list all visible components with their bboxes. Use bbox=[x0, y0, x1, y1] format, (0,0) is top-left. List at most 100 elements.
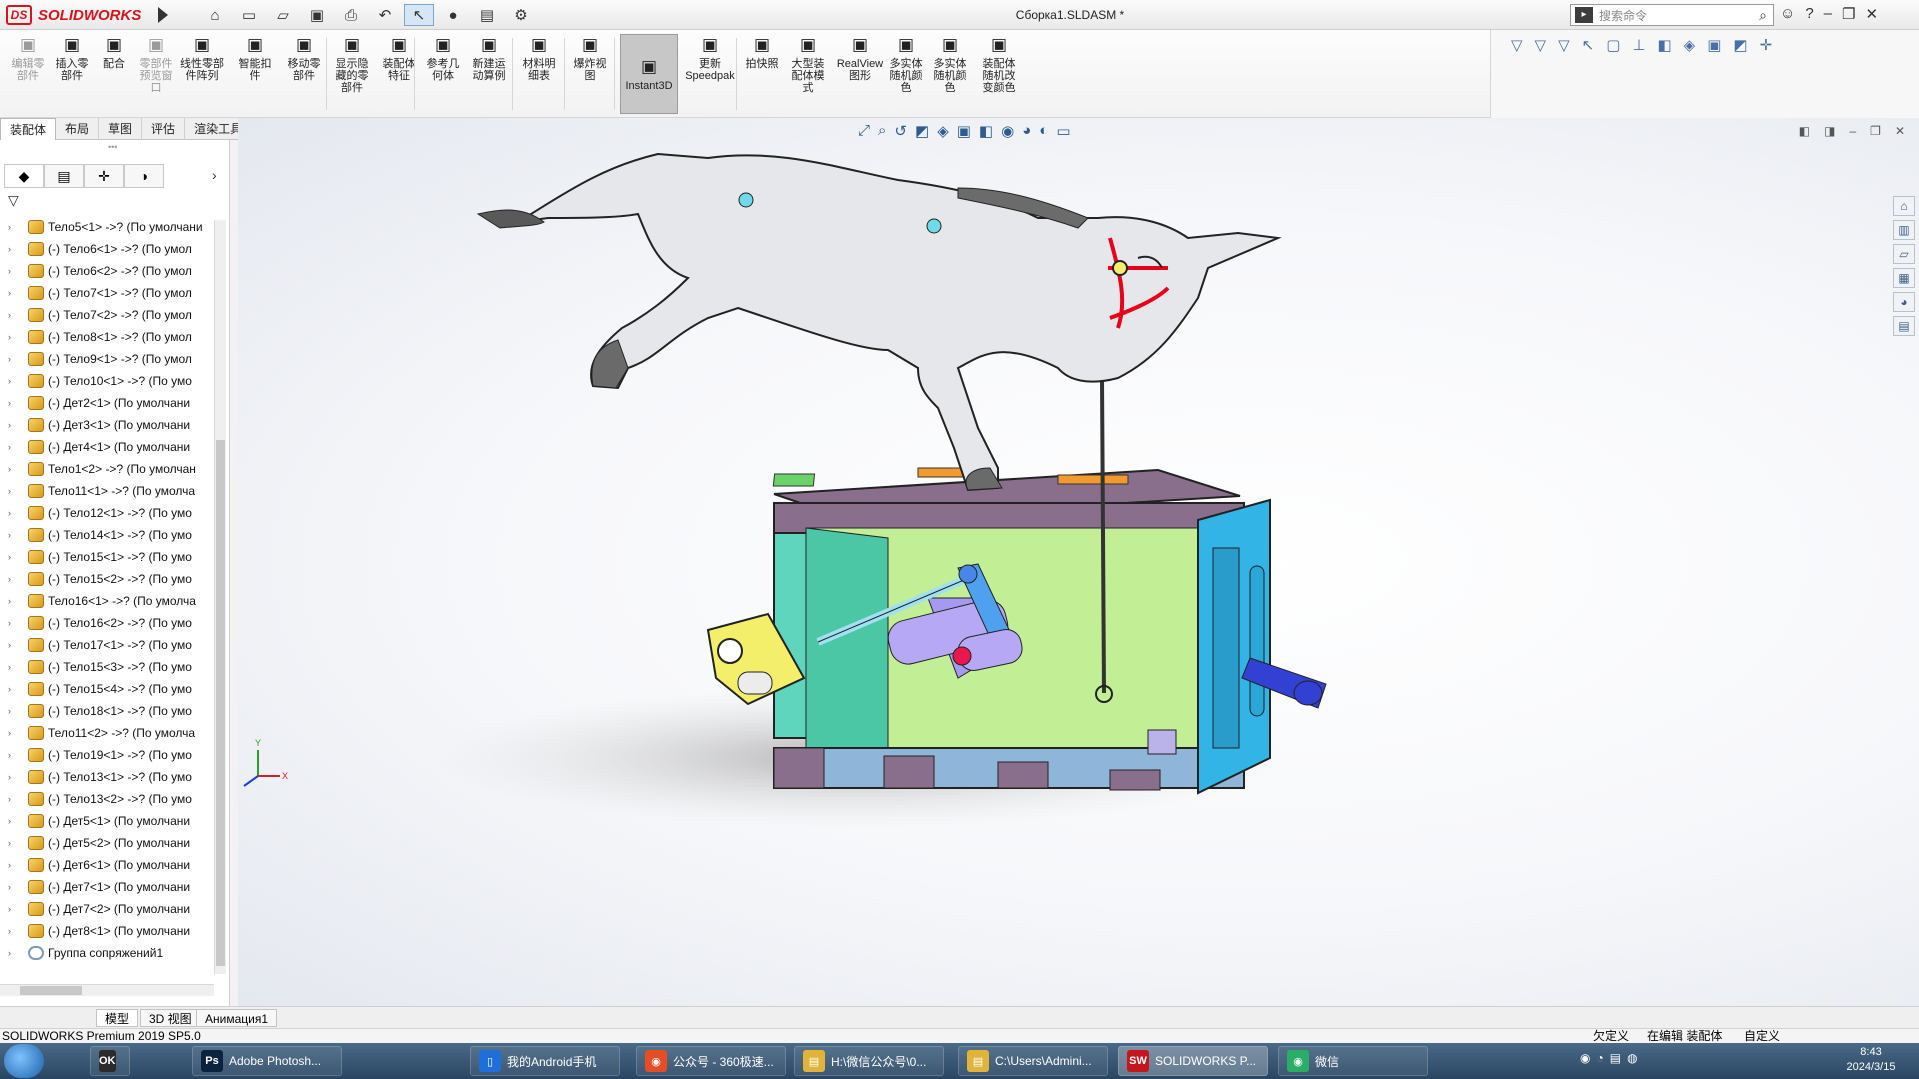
tree-item[interactable]: › (-) Тело19<1> ->? (По умо bbox=[0, 744, 214, 766]
expand-arrow-icon[interactable]: › bbox=[8, 860, 22, 870]
tab-1[interactable]: 布局 bbox=[56, 118, 100, 140]
cm-button-edit-component[interactable]: ▣ 编辑零 部件 bbox=[8, 34, 48, 82]
expand-arrow-icon[interactable]: › bbox=[8, 728, 22, 738]
tree-item[interactable]: › (-) Дет6<1> (По умолчани bbox=[0, 854, 214, 876]
expand-arrow-icon[interactable]: › bbox=[8, 706, 22, 716]
bottom-tab-2[interactable]: Анимация1 bbox=[196, 1009, 278, 1027]
bottom-tab-1[interactable]: 3D 视图 bbox=[140, 1009, 201, 1027]
panel-grip[interactable]: ••• bbox=[108, 142, 117, 152]
view-orientation-icon[interactable]: ◈ bbox=[1684, 36, 1696, 54]
save-icon[interactable]: ▣ bbox=[302, 4, 332, 26]
tree-item[interactable]: › (-) Тело13<1> ->? (По умо bbox=[0, 766, 214, 788]
panel-splitter[interactable] bbox=[230, 140, 238, 1006]
display-manager-tab-icon[interactable]: ◑ bbox=[124, 164, 164, 188]
plane-icon[interactable]: ◧ bbox=[1657, 36, 1671, 54]
tree-item[interactable]: › (-) Тело15<1> ->? (По умо bbox=[0, 546, 214, 568]
user-icon[interactable]: ☺ bbox=[1780, 5, 1795, 23]
tree-filter-icon[interactable]: ▽ bbox=[8, 192, 19, 209]
tree-item[interactable]: › (-) Тело14<1> ->? (По умо bbox=[0, 524, 214, 546]
expand-arrow-icon[interactable]: › bbox=[8, 222, 22, 232]
tree-item[interactable]: › (-) Дет7<1> (По умолчани bbox=[0, 876, 214, 898]
tree-item[interactable]: › (-) Тело18<1> ->? (По умо bbox=[0, 700, 214, 722]
expand-arrow-icon[interactable]: › bbox=[8, 508, 22, 518]
cm-button-assembly-random-color[interactable]: ▣ 装配体 随机改 变颜色 bbox=[976, 34, 1022, 94]
cm-button-realview[interactable]: ▣ RealView 图形 bbox=[836, 34, 884, 82]
tree-vertical-scrollbar[interactable] bbox=[214, 220, 226, 974]
tree-item[interactable]: › Тело5<1> ->? (По умолчани bbox=[0, 216, 214, 238]
tree-item[interactable]: › (-) Дет8<1> (По умолчани bbox=[0, 920, 214, 942]
expand-arrow-icon[interactable]: › bbox=[8, 332, 22, 342]
filter-faces-icon[interactable]: ▽ bbox=[1535, 36, 1547, 54]
expand-arrow-icon[interactable]: › bbox=[8, 904, 22, 914]
tray-security-icon[interactable]: ◍ bbox=[1627, 1051, 1637, 1065]
expand-arrow-icon[interactable]: › bbox=[8, 552, 22, 562]
tree-item[interactable]: › Тело1<2> ->? (По умолчан bbox=[0, 458, 214, 480]
tree-item[interactable]: › (-) Тело6<2> ->? (По умол bbox=[0, 260, 214, 282]
cm-button-new-motion-study[interactable]: ▣ 新建运 动算例 bbox=[468, 34, 510, 82]
expand-arrow-icon[interactable]: › bbox=[8, 640, 22, 650]
tree-item[interactable]: › Тело11<1> ->? (По умолча bbox=[0, 480, 214, 502]
expand-arrow-icon[interactable]: › bbox=[8, 574, 22, 584]
donkey-figure[interactable] bbox=[476, 152, 1282, 492]
expand-arrow-icon[interactable]: › bbox=[8, 772, 22, 782]
cm-button-random-color[interactable]: ▣ 多实体 随机颜 色 bbox=[886, 34, 926, 94]
cm-button-smart-fasteners[interactable]: ▣ 智能扣 件 bbox=[234, 34, 276, 82]
undo-icon[interactable]: ↶ bbox=[370, 4, 400, 26]
expand-arrow-icon[interactable]: › bbox=[8, 266, 22, 276]
tree-item[interactable]: › (-) Тело15<3> ->? (По умо bbox=[0, 656, 214, 678]
graphics-area[interactable]: ⤢ ⌕ ↺ ◩ ◈ ▣ ◧ ◉ ◕ ◐ ▭ ◧ ◨ – ❐ ✕ ⌂ ▥ ▱ ▦ … bbox=[238, 118, 1919, 1006]
point-icon[interactable]: ✛ bbox=[1760, 36, 1773, 54]
open-icon[interactable]: ▱ bbox=[268, 4, 298, 26]
bottom-tab-0[interactable]: 模型 bbox=[96, 1009, 139, 1027]
start-button-icon[interactable] bbox=[4, 1044, 44, 1078]
restore-icon[interactable]: ❐ bbox=[1842, 5, 1855, 23]
search-commands-input[interactable]: ▸ 搜索命令 ⌕ bbox=[1570, 4, 1774, 26]
tree-item[interactable]: › (-) Тело15<4> ->? (По умо bbox=[0, 678, 214, 700]
tree-item[interactable]: › (-) Тело7<1> ->? (По умол bbox=[0, 282, 214, 304]
configuration-manager-tab-icon[interactable]: ✛ bbox=[84, 164, 124, 188]
expand-arrow-icon[interactable]: › bbox=[8, 882, 22, 892]
property-manager-tab-icon[interactable]: ▤ bbox=[44, 164, 84, 188]
file-properties-icon[interactable]: ▤ bbox=[472, 4, 502, 26]
select-pointer-icon[interactable]: ↖ bbox=[404, 4, 434, 26]
expand-arrow-icon[interactable]: › bbox=[8, 838, 22, 848]
expand-arrow-icon[interactable]: › bbox=[8, 948, 22, 958]
section-icon[interactable]: ◩ bbox=[1733, 36, 1747, 54]
expand-arrow-icon[interactable]: › bbox=[8, 662, 22, 672]
tree-item[interactable]: › (-) Тело9<1> ->? (По умол bbox=[0, 348, 214, 370]
traffic-light-icon[interactable]: ● bbox=[438, 4, 468, 26]
tab-0[interactable]: 装配体 bbox=[0, 118, 57, 140]
tree-item[interactable]: › (-) Тело17<1> ->? (По умо bbox=[0, 634, 214, 656]
tree-item[interactable]: › (-) Дет5<1> (По умолчани bbox=[0, 810, 214, 832]
expand-arrow-icon[interactable]: › bbox=[8, 926, 22, 936]
tree-item[interactable]: › Тело11<2> ->? (По умолча bbox=[0, 722, 214, 744]
expand-arrow-icon[interactable]: › bbox=[8, 288, 22, 298]
expand-arrow-icon[interactable]: › bbox=[8, 486, 22, 496]
cm-button-linear-pattern[interactable]: ▣ 线性零部 件阵列 bbox=[176, 34, 228, 82]
close-icon[interactable]: ✕ bbox=[1865, 5, 1878, 23]
expand-arrow-icon[interactable]: › bbox=[8, 464, 22, 474]
cm-button-component-preview[interactable]: ▣ 零部件 预览窗 口 bbox=[138, 34, 174, 94]
filter-icon[interactable]: ▽ bbox=[1511, 36, 1523, 54]
expand-arrow-icon[interactable]: › bbox=[8, 354, 22, 364]
tray-network-icon[interactable]: ◉ bbox=[1580, 1051, 1590, 1065]
tree-horizontal-scrollbar[interactable] bbox=[0, 984, 214, 996]
assembly-model[interactable]: Y X bbox=[238, 118, 1919, 1006]
tree-item[interactable]: › Тело16<1> ->? (По умолча bbox=[0, 590, 214, 612]
cm-button-show-hidden[interactable]: ▣ 显示隐 藏的零 部件 bbox=[330, 34, 374, 94]
expand-arrow-icon[interactable]: › bbox=[8, 398, 22, 408]
expand-arrow-icon[interactable]: › bbox=[8, 794, 22, 804]
tray-volume-icon[interactable]: ◔ bbox=[1596, 1051, 1603, 1065]
system-clock[interactable]: 8:43 2024/3/15 bbox=[1836, 1045, 1906, 1075]
cm-button-mate[interactable]: ▣ 配合 bbox=[96, 34, 132, 70]
cm-button-large-assembly[interactable]: ▣ 大型装 配体模 式 bbox=[786, 34, 830, 94]
expand-arrow-icon[interactable]: › bbox=[8, 376, 22, 386]
minimize-icon[interactable]: – bbox=[1824, 5, 1832, 23]
cm-button-snapshot[interactable]: ▣ 拍快照 bbox=[744, 34, 780, 70]
expand-arrow-icon[interactable]: › bbox=[8, 420, 22, 430]
options-gear-icon[interactable]: ⚙ bbox=[506, 4, 536, 26]
expand-arrow-icon[interactable]: › bbox=[8, 244, 22, 254]
search-icon[interactable]: ⌕ bbox=[1759, 7, 1767, 24]
filter-edges-icon[interactable]: ▽ bbox=[1558, 36, 1570, 54]
taskbar-app[interactable]: ▤ H:\微信公众号\0... bbox=[794, 1046, 944, 1076]
